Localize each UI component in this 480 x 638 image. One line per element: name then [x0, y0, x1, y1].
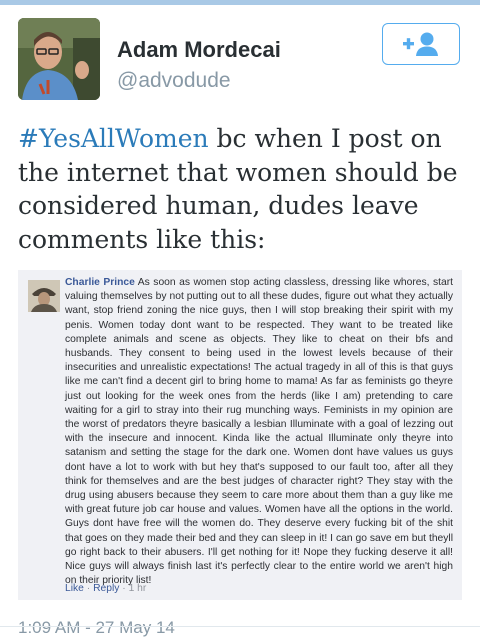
avatar-photo	[18, 18, 100, 100]
tweet-text: #YesAllWomen bc when I post on the inter…	[18, 122, 470, 256]
reply-link: Reply	[93, 583, 120, 594]
handle[interactable]: @advodude	[117, 69, 231, 93]
comment-text: Charlie Prince As soon as women stop act…	[65, 276, 453, 588]
top-accent-bar	[0, 0, 480, 5]
comment-body: As soon as women stop acting classless, …	[65, 277, 454, 587]
add-user-icon	[403, 32, 438, 56]
action-separator: ·	[86, 583, 91, 594]
like-link: Like	[65, 583, 84, 594]
comment-age: 1 hr	[128, 583, 147, 594]
display-name[interactable]: Adam Mordecai	[117, 37, 281, 63]
commenter-avatar	[28, 280, 60, 312]
commenter-photo	[28, 280, 60, 312]
embedded-comment-image: Charlie Prince As soon as women stop act…	[18, 270, 462, 600]
commenter-name: Charlie Prince	[65, 277, 135, 288]
avatar[interactable]	[18, 18, 100, 100]
action-separator: ·	[122, 583, 126, 594]
divider	[0, 626, 480, 627]
hashtag-link[interactable]: #YesAllWomen	[18, 124, 209, 153]
follow-button[interactable]	[382, 23, 460, 65]
tweet-timestamp[interactable]: 1:09 AM - 27 May 14	[18, 618, 175, 638]
comment-actions: Like · Reply · 1 hr	[65, 583, 146, 594]
